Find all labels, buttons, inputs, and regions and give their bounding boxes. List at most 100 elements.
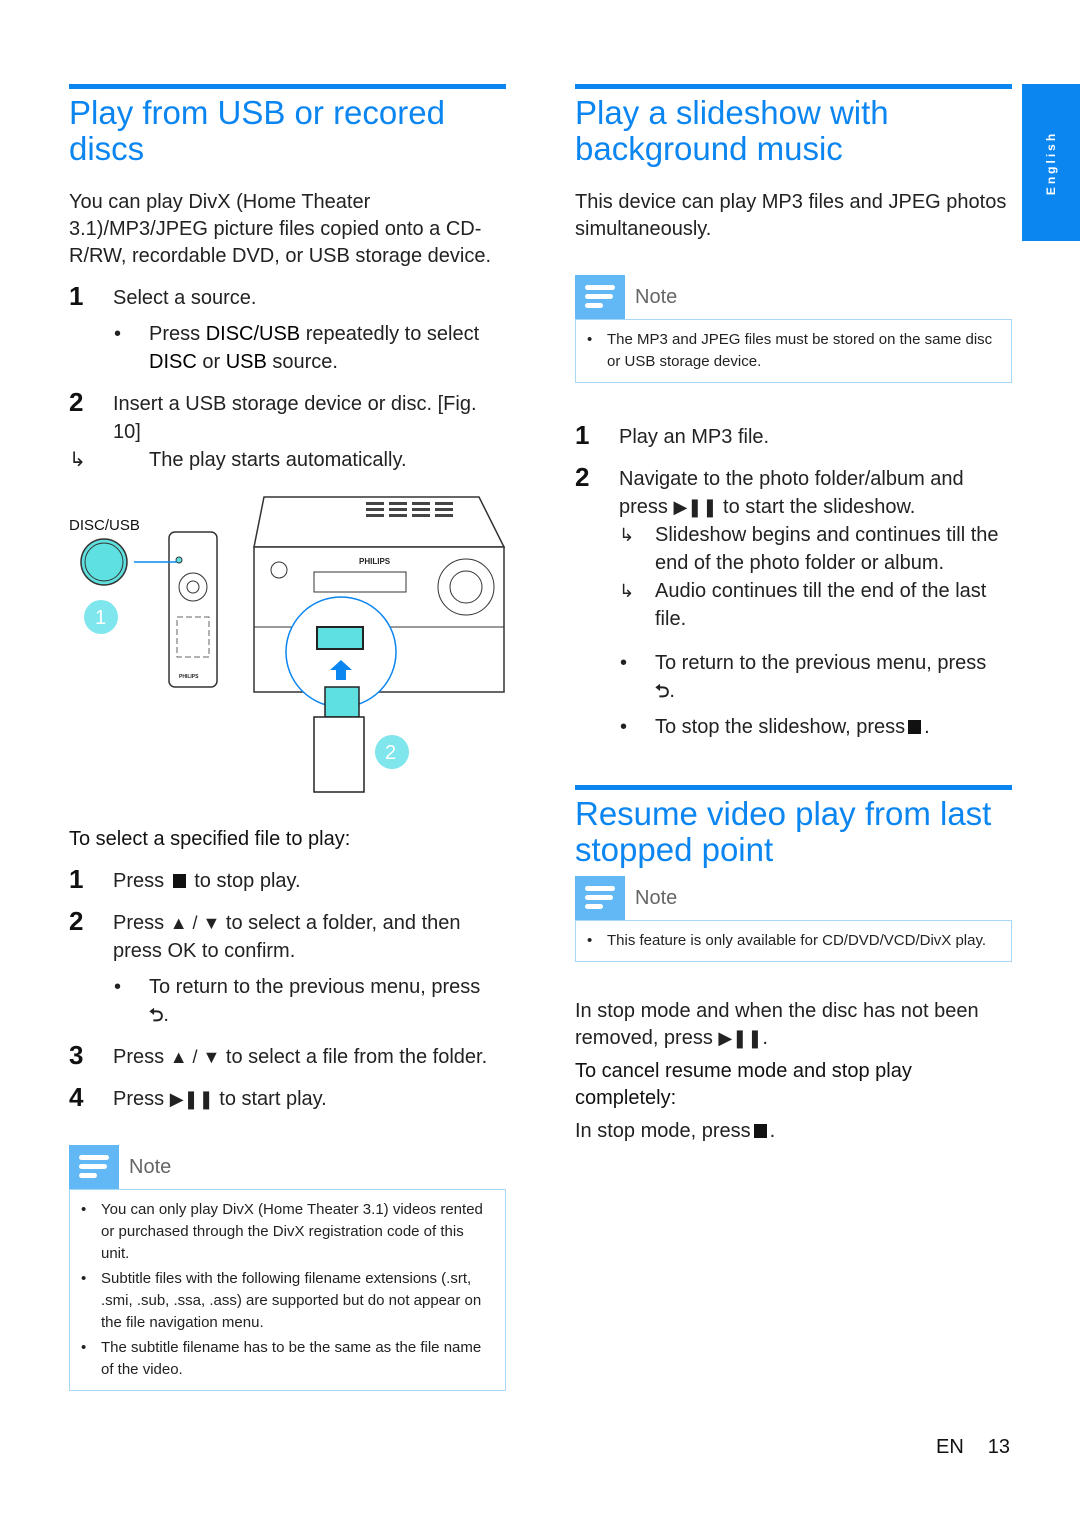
text: to start the slideshow. — [717, 496, 916, 518]
slideshow-step-1: 1 Play an MP3 file. — [575, 420, 1012, 451]
slideshow-step-2: 2 Navigate to the photo folder/album and… — [575, 462, 1012, 521]
text: to select a file from the folder. — [220, 1046, 488, 1068]
sub-heading-cancel-resume: To cancel resume mode and stop play comp… — [575, 1060, 912, 1109]
play-pause-icon: ▶❚❚ — [169, 1089, 214, 1109]
text: In stop mode and when the disc has not b… — [575, 1000, 979, 1049]
step-text: Insert a USB storage device or disc. — [113, 393, 433, 415]
text: Press — [113, 1088, 170, 1110]
file-step-2-bullet: • To return to the previous menu, press … — [69, 973, 506, 1029]
note-header: Note — [575, 876, 1012, 920]
note-usb: Note You can only play DivX (Home Theate… — [69, 1145, 506, 1391]
page-footer: EN 13 — [936, 1436, 1010, 1459]
bullet-icon: • — [620, 652, 628, 674]
stop-icon — [172, 874, 186, 888]
figure-usb-insert: DISC/USB 1 2 PHILIPS PHILIPS — [69, 492, 506, 802]
section-title-usb: Play from USB or recored discs — [69, 94, 445, 167]
slideshow-bullet-stop: • To stop the slideshow, press. — [575, 713, 1012, 741]
page-number: 13 — [987, 1436, 1011, 1458]
device-illustration: DISC/USB 1 2 PHILIPS PHILIPS — [69, 496, 506, 793]
text: To return to the previous menu, press — [149, 976, 481, 998]
text: In stop mode, press — [575, 1120, 751, 1142]
step-1: 1 Select a source. — [69, 281, 506, 312]
result-arrow-icon: ↳ — [619, 581, 635, 601]
step-number: 2 — [575, 462, 590, 492]
step-2: 2 Insert a USB storage device or disc. [… — [69, 387, 506, 446]
section-title-slideshow: Play a slideshow with background music — [575, 94, 889, 167]
note-icon — [69, 1145, 119, 1189]
result-text: Audio continues till the end of the last… — [655, 580, 987, 630]
brand-label: PHILIPS — [359, 557, 391, 566]
note-label: Note — [635, 887, 678, 909]
text: Press — [113, 912, 170, 934]
section-rule — [575, 785, 1012, 790]
result-text: The play starts automatically. — [149, 449, 407, 471]
step-number: 2 — [69, 906, 84, 936]
file-step-3: 3 Press ▲ / ▼ to select a file from the … — [69, 1041, 506, 1071]
back-icon: ⮌ — [655, 681, 670, 701]
text: Press — [113, 870, 170, 892]
back-icon: ⮌ — [149, 1005, 164, 1025]
step-2-result: ↳ The play starts automatically. — [69, 446, 506, 474]
stop-icon — [753, 1124, 767, 1138]
file-step-2: 2 Press ▲ / ▼ to select a folder, and th… — [69, 906, 506, 965]
cancel-paragraph: In stop mode, press. — [575, 1120, 776, 1142]
key-label: DISC/USB — [205, 323, 301, 345]
intro-text: This device can play MP3 files and JPEG … — [575, 191, 1007, 240]
note-icon — [575, 876, 625, 920]
language-tab-label: English — [1044, 130, 1058, 195]
text: Press — [113, 1046, 170, 1068]
note-slideshow: Note The MP3 and JPEG files must be stor… — [575, 275, 1012, 383]
file-step-1: 1 Press to stop play. — [69, 864, 506, 895]
play-pause-icon: ▶❚❚ — [673, 497, 718, 517]
result-text: Slideshow begins and continues till the … — [655, 524, 999, 574]
result-arrow-icon: ↳ — [69, 449, 86, 471]
right-column: Play a slideshow with background music T… — [575, 84, 1012, 1145]
text: or — [196, 351, 226, 373]
step-number: 1 — [69, 864, 84, 894]
text: repeatedly to select — [300, 323, 480, 345]
note-item: This feature is only available for CD/DV… — [587, 930, 1001, 952]
slideshow-bullet-return: • To return to the previous menu, press … — [575, 649, 1012, 705]
result-arrow-icon: ↳ — [619, 525, 635, 545]
step-number: 1 — [575, 420, 590, 450]
note-label: Note — [635, 286, 678, 308]
usb-stick-icon — [313, 716, 365, 793]
button-label: DISC/USB — [69, 517, 140, 534]
note-item: The subtitle filename has to be the same… — [81, 1337, 495, 1381]
key-label: DISC — [149, 351, 197, 373]
text: To return to the previous menu, press — [655, 652, 987, 674]
slideshow-result-1: ↳ Slideshow begins and continues till th… — [575, 521, 1012, 577]
section-title-resume: Resume video play from last stopped poin… — [575, 795, 992, 868]
step-text: Play an MP3 file. — [619, 426, 770, 448]
language-tab: English — [1022, 84, 1080, 241]
up-down-icon: ▲ / ▼ — [169, 1047, 221, 1067]
section-rule — [69, 84, 506, 89]
note-item: You can only play DivX (Home Theater 3.1… — [81, 1199, 495, 1265]
callout-1-label: 1 — [95, 607, 106, 629]
note-label: Note — [129, 1156, 172, 1178]
bullet-icon: • — [114, 976, 122, 998]
text: to stop play. — [188, 870, 301, 892]
step-number: 1 — [69, 281, 84, 311]
note-icon — [575, 275, 625, 319]
text: Press — [149, 323, 206, 345]
remote-control-icon — [168, 531, 218, 688]
text: To stop the slideshow, press — [655, 716, 906, 738]
step-text: Select a source. — [113, 287, 257, 309]
note-body: You can only play DivX (Home Theater 3.1… — [69, 1189, 506, 1391]
text: source. — [266, 351, 338, 373]
step-number: 2 — [69, 387, 84, 417]
slideshow-result-2: ↳ Audio continues till the end of the la… — [575, 577, 1012, 633]
note-body: This feature is only available for CD/DV… — [575, 920, 1012, 962]
text: to start play. — [213, 1088, 327, 1110]
bullet-icon: • — [114, 323, 122, 345]
up-down-icon: ▲ / ▼ — [169, 913, 221, 933]
note-item: The MP3 and JPEG files must be stored on… — [587, 329, 1001, 373]
note-item: Subtitle files with the following filena… — [81, 1268, 495, 1334]
resume-paragraph: In stop mode and when the disc has not b… — [575, 1000, 979, 1049]
step-number: 4 — [69, 1082, 84, 1112]
callout-2-label: 2 — [385, 742, 396, 764]
disc-usb-button-icon — [80, 538, 128, 586]
intro-text: You can play DivX (Home Theater 3.1)/MP3… — [69, 191, 492, 267]
note-resume: Note This feature is only available for … — [575, 876, 1012, 962]
